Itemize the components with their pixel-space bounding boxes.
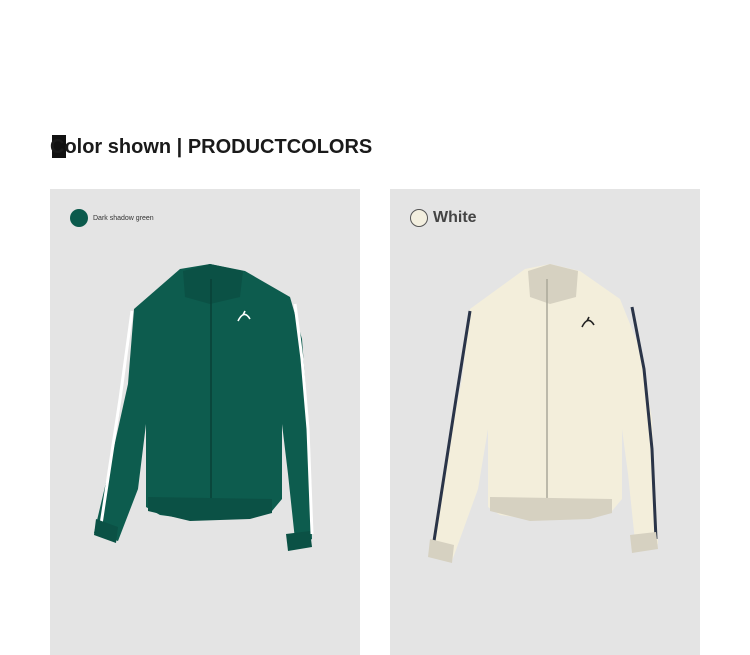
color-swatch[interactable] <box>410 209 428 227</box>
color-swatch[interactable] <box>70 209 88 227</box>
product-card-white[interactable]: White <box>390 189 700 655</box>
product-card-dark-green[interactable]: Dark shadow green <box>50 189 360 655</box>
jacket-image <box>94 264 314 551</box>
jacket-image <box>428 264 658 563</box>
color-swatch-row: White <box>410 209 477 227</box>
color-name-label: Dark shadow green <box>93 214 154 222</box>
section-title: Color shown | PRODUCTCOLORS <box>50 136 373 158</box>
color-swatch-row: Dark shadow green <box>70 209 154 227</box>
color-name-label: White <box>433 209 477 226</box>
